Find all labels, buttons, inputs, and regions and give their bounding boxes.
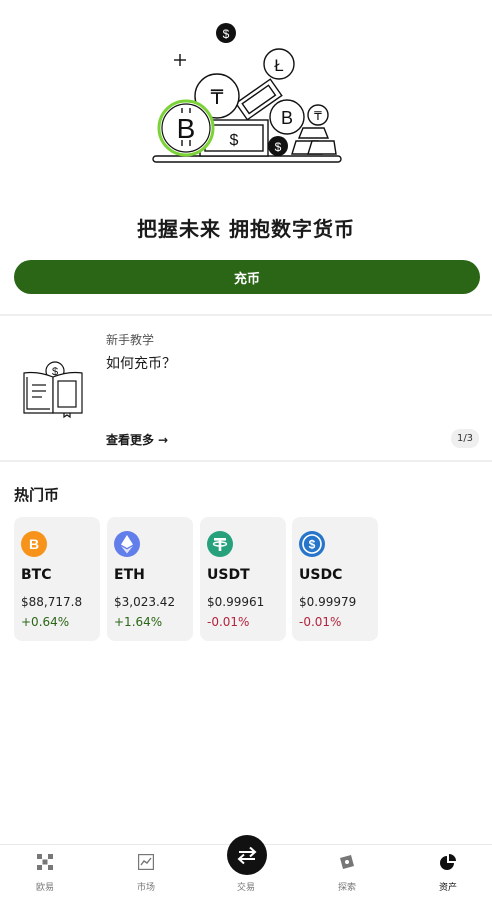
coins-illustration: B $ ₸ B ₸ Ł $ $ [152,23,342,163]
chart-icon [138,854,154,870]
tab-label: 市场 [136,883,155,893]
coin-symbol: BTC [21,567,52,583]
coin-price: $88,717.8 [21,595,83,609]
tutorial-label: 新手教学 [106,333,155,347]
bottom-tab-bar: 欧易 市场 交易 探索 资产 [0,835,492,899]
coin-change: +1.64% [114,615,163,629]
tab-label: 欧易 [35,883,54,893]
usdc-icon: $ [299,531,325,557]
svg-text:$: $ [275,140,282,154]
coin-change: +0.64% [21,615,70,629]
svg-text:₸: ₸ [314,109,322,123]
view-more-link[interactable]: 查看更多 → [106,431,168,448]
okx-logo-icon [37,854,53,870]
ethereum-icon [114,531,140,557]
svg-text:B: B [29,536,39,552]
coin-card-usdc[interactable]: $ USDC $0.99979 -0.01% [292,517,378,641]
hot-coins-title: 热门币 [14,486,60,504]
svg-text:₸: ₸ [211,87,224,109]
svg-text:$: $ [223,27,230,41]
swap-icon [237,846,257,865]
deposit-button[interactable]: 充币 [14,260,480,294]
coin-symbol: USDT [207,567,250,583]
arrow-right-icon: → [158,432,169,447]
compass-icon [340,855,354,869]
trade-button[interactable] [227,835,267,875]
section-divider [0,314,492,316]
svg-text:B: B [177,113,196,144]
bitcoin-icon: B [21,531,47,557]
coin-price: $3,023.42 [114,595,176,609]
coin-card-btc[interactable]: B BTC $88,717.8 +0.64% [14,517,100,641]
coin-price: $0.99979 [299,595,357,609]
tab-label: 交易 [236,883,255,893]
tutorial-title: 如何充币？ [106,356,176,372]
tab-assets[interactable]: 资产 [399,845,492,899]
hero-illustration: B $ ₸ B ₸ Ł $ $ [0,0,492,200]
svg-text:$: $ [309,538,316,552]
svg-text:$: $ [52,366,58,378]
coin-card-usdt[interactable]: USDT $0.99961 -0.01% [200,517,286,641]
pie-chart-icon [440,854,456,870]
svg-text:B: B [281,108,293,128]
tab-market[interactable]: 市场 [97,845,195,899]
tab-label: 探索 [337,883,356,893]
coin-change: -0.01% [299,615,342,629]
coin-card-eth[interactable]: ETH $3,023.42 +1.64% [107,517,193,641]
tab-label: 资产 [438,883,457,893]
svg-text:$: $ [230,132,239,149]
tab-explore[interactable]: 探索 [298,845,396,899]
coin-price: $0.99961 [207,595,265,609]
section-divider [0,460,492,462]
tutorial-card[interactable]: $ 新手教学 如何充币？ 查看更多 → 1/3 [0,317,492,460]
coin-change: -0.01% [207,615,250,629]
svg-text:Ł: Ł [274,56,283,75]
book-dollar-icon: $ [23,361,83,419]
view-more-label: 查看更多 [106,433,155,447]
tab-trade[interactable]: 交易 [197,835,295,899]
tether-icon [207,531,233,557]
tab-okx[interactable]: 欧易 [0,845,94,899]
tutorial-pager: 1/3 [451,429,479,448]
coin-symbol: ETH [114,567,145,583]
coin-symbol: USDC [299,567,343,583]
hero-headline: 把握未来 拥抱数字货币 [137,217,355,241]
